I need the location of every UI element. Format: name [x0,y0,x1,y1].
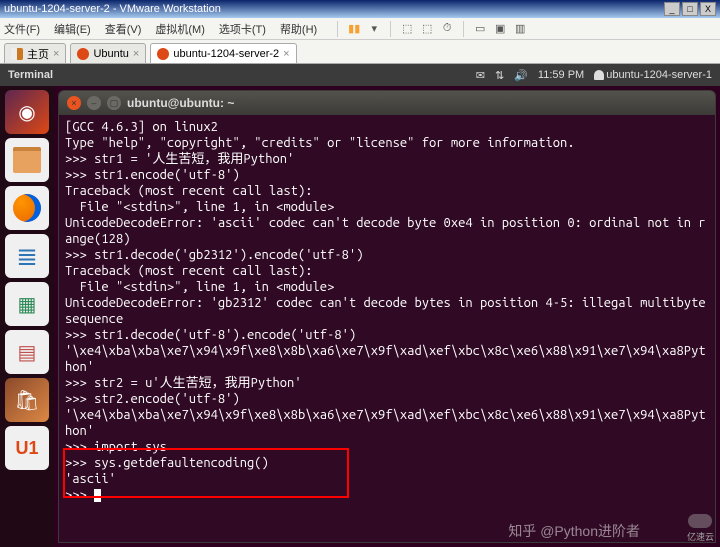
cloud-icon [688,514,712,528]
terminal-titlebar[interactable]: × – ▢ ubuntu@ubuntu: ~ [59,91,715,115]
term-line: '\xe4\xba\xba\xe7\x94\x9f\xe8\x8b\xa6\xe… [65,407,709,439]
win-close-button[interactable]: X [700,2,716,16]
term-line: [GCC 4.6.3] on linux2 [65,119,709,135]
ubuntu-icon [157,48,169,60]
user-icon [594,70,604,80]
network-icon[interactable]: ⇅ [495,69,504,82]
cursor-icon [94,489,101,502]
menu-view[interactable]: 查看(V) [105,21,142,37]
toolbar-icon[interactable]: ▥ [512,21,528,37]
term-close-button[interactable]: × [67,96,81,110]
fullscreen-icon[interactable]: ▭ [472,21,488,37]
files-icon[interactable] [5,138,49,182]
dash-icon[interactable]: ◉ [5,90,49,134]
tab-ubuntu[interactable]: Ubuntu × [70,43,146,63]
panel-user-label: ubuntu-1204-server-1 [606,69,712,81]
snapshot-icon[interactable]: ⬚ [399,21,415,37]
mail-icon[interactable]: ✉ [476,69,485,82]
tab-close-icon[interactable]: × [283,48,289,60]
term-line: Traceback (most recent call last): [65,263,709,279]
impress-icon[interactable]: ▤ [5,330,49,374]
vmware-menubar: 文件(F) 编辑(E) 查看(V) 虚拟机(M) 选项卡(T) 帮助(H) ▮▮… [0,18,720,40]
term-line: UnicodeDecodeError: 'ascii' codec can't … [65,215,709,247]
menu-file[interactable]: 文件(F) [4,21,40,37]
unity-icon[interactable]: ▣ [492,21,508,37]
vmware-titlebar: ubuntu-1204-server-2 - VMware Workstatio… [0,0,720,18]
term-line: >>> str1.decode('utf-8').encode('utf-8') [65,327,709,343]
menu-help[interactable]: 帮助(H) [280,21,317,37]
menu-tabs[interactable]: 选项卡(T) [219,21,266,37]
pause-icon[interactable]: ▮▮ [346,21,362,37]
home-icon [11,48,23,60]
term-line: >>> str1.encode('utf-8') [65,167,709,183]
volume-icon[interactable]: 🔊 [514,69,528,82]
tab-label: 主页 [27,46,49,62]
terminal-window: × – ▢ ubuntu@ubuntu: ~ [GCC 4.6.3] on li… [58,90,716,543]
term-line: >>> str1.decode('gb2312').encode('utf-8'… [65,247,709,263]
term-line: >>> str1 = '人生苦短，我用Python' [65,151,709,167]
term-line: >>> str2 = u'人生苦短，我用Python' [65,375,709,391]
tab-ubuntu-server-2[interactable]: ubuntu-1204-server-2 × [150,43,296,63]
vmware-title: ubuntu-1204-server-2 - VMware Workstatio… [4,3,662,15]
firefox-icon[interactable] [5,186,49,230]
term-line: UnicodeDecodeError: 'gb2312' codec can't… [65,295,709,327]
tab-home[interactable]: 主页 × [4,43,66,63]
term-line: '\xe4\xba\xba\xe7\x94\x9f\xe8\x8b\xa6\xe… [65,343,709,375]
dropdown-icon[interactable]: ▾ [366,21,382,37]
term-line: Type "help", "copyright", "credits" or "… [65,135,709,151]
tab-label: ubuntu-1204-server-2 [173,48,279,60]
watermark-zhihu: 知乎 @Python进阶者 [508,521,640,541]
term-line: File "<stdin>", line 1, in <module> [65,279,709,295]
term-prompt: >>> [65,487,709,503]
term-prompt-text: >>> [65,488,94,502]
unity-launcher: ◉ ≣ ▦ ▤ 🛍 U1 [0,86,54,547]
separator [390,21,391,37]
terminal-body[interactable]: [GCC 4.6.3] on linux2 Type "help", "copy… [59,115,715,542]
separator [463,21,464,37]
ubuntu-icon [77,48,89,60]
term-maximize-button[interactable]: ▢ [107,96,121,110]
software-center-icon[interactable]: 🛍 [5,378,49,422]
term-line: Traceback (most recent call last): [65,183,709,199]
win-minimize-button[interactable]: _ [664,2,680,16]
watermark-yisu: 亿速云 [687,514,714,543]
panel-user[interactable]: ubuntu-1204-server-1 [594,69,712,81]
term-minimize-button[interactable]: – [87,96,101,110]
tab-close-icon[interactable]: × [133,48,139,60]
menu-vm[interactable]: 虚拟机(M) [155,21,205,37]
panel-clock[interactable]: 11:59 PM [538,69,584,81]
tab-close-icon[interactable]: × [53,48,59,60]
term-line: 'ascii' [65,471,709,487]
win-maximize-button[interactable]: □ [682,2,698,16]
tab-label: Ubuntu [93,48,128,60]
separator [337,21,338,37]
term-line: >>> import sys [65,439,709,455]
menu-edit[interactable]: 编辑(E) [54,21,91,37]
term-title: ubuntu@ubuntu: ~ [127,96,707,110]
calc-icon[interactable]: ▦ [5,282,49,326]
term-line: >>> sys.getdefaultencoding() [65,455,709,471]
term-line: File "<stdin>", line 1, in <module> [65,199,709,215]
clock-icon[interactable]: ⏱ [439,21,455,37]
vmware-tabstrip: 主页 × Ubuntu × ubuntu-1204-server-2 × [0,40,720,64]
writer-icon[interactable]: ≣ [5,234,49,278]
panel-app-title[interactable]: Terminal [8,69,466,81]
ubuntu-one-icon[interactable]: U1 [5,426,49,470]
gnome-panel: Terminal ✉ ⇅ 🔊 11:59 PM ubuntu-1204-serv… [0,64,720,86]
snapshot-icon[interactable]: ⬚ [419,21,435,37]
watermark-label: 亿速云 [687,532,714,542]
term-line: >>> str2.encode('utf-8') [65,391,709,407]
guest-desktop: Terminal ✉ ⇅ 🔊 11:59 PM ubuntu-1204-serv… [0,64,720,547]
